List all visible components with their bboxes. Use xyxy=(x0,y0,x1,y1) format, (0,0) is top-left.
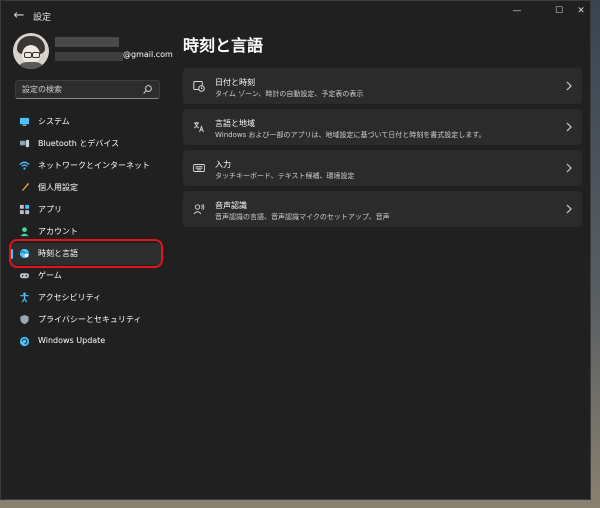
card-typing[interactable]: 入力 タッチキーボード、テキスト候補、環境設定 xyxy=(183,150,582,186)
settings-window: ← 設定 — ☐ ✕ @gmail.com 設定の検索 システム Bluetoo… xyxy=(0,0,591,500)
sidebar-item-apps[interactable]: アプリ xyxy=(11,199,163,221)
card-title: 音声認識 xyxy=(215,201,247,210)
title-bar: ← 設定 — ☐ ✕ xyxy=(1,1,590,31)
chevron-right-icon xyxy=(566,122,572,132)
card-date-time[interactable]: 日付と時刻 タイム ゾーン、時計の自動設定、予定表の表示 xyxy=(183,68,582,104)
sidebar-item-personalization[interactable]: 個人用設定 xyxy=(11,177,163,199)
redacted-email-prefix xyxy=(55,52,123,61)
sidebar-item-label: システム xyxy=(38,117,70,126)
minimize-button[interactable]: — xyxy=(505,2,529,20)
card-description: 音声認識の言語、音声認識マイクのセットアップ、音声 xyxy=(215,213,390,221)
chevron-right-icon xyxy=(566,163,572,173)
user-profile[interactable]: @gmail.com xyxy=(13,33,173,79)
card-description: タイム ゾーン、時計の自動設定、予定表の表示 xyxy=(215,90,364,98)
card-language-region[interactable]: 言語と地域 Windows および一部のアプリは、地域設定に基づいて日付と時刻を… xyxy=(183,109,582,145)
sidebar-item-system[interactable]: システム xyxy=(11,111,163,133)
card-title: 入力 xyxy=(215,160,231,169)
speech-icon xyxy=(193,203,205,215)
avatar xyxy=(13,33,49,69)
sidebar-item-label: ネットワークとインターネット xyxy=(38,161,150,170)
card-description: Windows および一部のアプリは、地域設定に基づいて日付と時刻を書式設定しま… xyxy=(215,131,486,139)
page-title: 時刻と言語 xyxy=(183,36,264,55)
sidebar-item-network[interactable]: ネットワークとインターネット xyxy=(11,155,163,177)
sidebar-item-label: アプリ xyxy=(38,205,62,214)
windows-update-icon xyxy=(19,336,30,347)
back-button[interactable]: ← xyxy=(10,7,28,25)
network-icon xyxy=(19,161,30,170)
apps-icon xyxy=(19,204,30,215)
sidebar-item-label: Bluetooth とデバイス xyxy=(38,139,120,148)
clock-icon xyxy=(193,81,205,92)
user-email: @gmail.com xyxy=(123,50,173,59)
search-placeholder: 設定の検索 xyxy=(22,85,62,94)
accounts-icon xyxy=(20,227,29,237)
redacted-name xyxy=(55,37,119,47)
search-icon[interactable] xyxy=(142,84,153,95)
card-speech[interactable]: 音声認識 音声認識の言語、音声認識マイクのセットアップ、音声 xyxy=(183,191,582,227)
sidebar-item-accessibility[interactable]: アクセシビリティ xyxy=(11,287,163,309)
language-icon xyxy=(193,122,204,133)
chevron-right-icon xyxy=(566,204,572,214)
search-input[interactable]: 設定の検索 xyxy=(15,80,160,99)
sidebar-nav: システム Bluetooth とデバイス ネットワークとインターネット 個人用設… xyxy=(11,111,163,353)
accessibility-icon xyxy=(20,292,29,303)
sidebar-item-label: アクセシビリティ xyxy=(38,293,102,302)
maximize-button[interactable]: ☐ xyxy=(547,2,571,20)
sidebar-item-label: Windows Update xyxy=(38,336,106,345)
personalization-icon xyxy=(21,182,30,192)
card-title: 日付と時刻 xyxy=(215,78,255,87)
sidebar-item-label: ゲーム xyxy=(38,271,62,280)
sidebar-item-windows-update[interactable]: Windows Update xyxy=(11,331,163,353)
privacy-icon xyxy=(20,314,29,325)
sidebar-item-privacy[interactable]: プライバシーとセキュリティ xyxy=(11,309,163,331)
gaming-icon xyxy=(19,273,30,279)
app-title: 設定 xyxy=(33,13,52,23)
highlight-annotation xyxy=(9,239,163,268)
system-icon xyxy=(19,117,30,126)
sidebar-item-bluetooth[interactable]: Bluetooth とデバイス xyxy=(11,133,163,155)
settings-cards: 日付と時刻 タイム ゾーン、時計の自動設定、予定表の表示 言語と地域 Windo… xyxy=(183,68,582,232)
sidebar-item-label: アカウント xyxy=(38,227,78,236)
sidebar-item-label: プライバシーとセキュリティ xyxy=(38,315,142,324)
sidebar-item-label: 個人用設定 xyxy=(38,183,78,192)
card-description: タッチキーボード、テキスト候補、環境設定 xyxy=(215,172,355,180)
keyboard-icon xyxy=(193,164,205,172)
card-title: 言語と地域 xyxy=(215,119,255,128)
close-button[interactable]: ✕ xyxy=(569,2,593,20)
bluetooth-icon xyxy=(19,139,30,148)
chevron-right-icon xyxy=(566,81,572,91)
sidebar-item-gaming[interactable]: ゲーム xyxy=(11,265,163,287)
